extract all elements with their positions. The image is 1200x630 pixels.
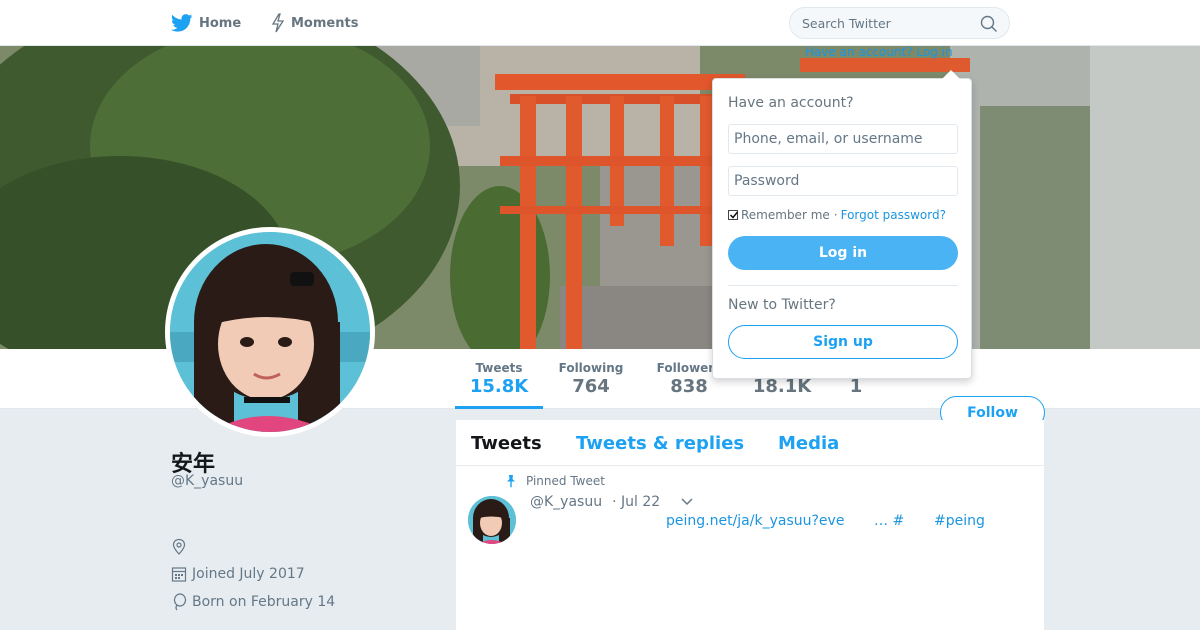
login-title: Have an account? bbox=[728, 95, 854, 111]
profile-joined-text: Joined July 2017 bbox=[192, 566, 305, 582]
timeline-tabs: Tweets Tweets & replies Media bbox=[456, 420, 1044, 466]
search-icon[interactable] bbox=[980, 15, 998, 33]
stat-label: Tweets bbox=[475, 361, 523, 375]
login-link[interactable]: Have an account? Log in bbox=[805, 45, 953, 59]
tweet-link[interactable]: peing.net/ja/k_yasuu?eve bbox=[666, 513, 844, 529]
tweet-handle[interactable]: @K_yasuu bbox=[530, 494, 602, 510]
nav-home-label: Home bbox=[199, 15, 242, 31]
dropdown-caret bbox=[942, 70, 960, 79]
avatar[interactable] bbox=[165, 227, 375, 437]
top-navigation-bar: Home Moments bbox=[0, 0, 1200, 46]
tab-tweets-replies[interactable]: Tweets & replies bbox=[576, 433, 744, 454]
check-icon bbox=[729, 211, 739, 219]
twitter-bird-icon bbox=[171, 14, 193, 32]
nav-home[interactable]: Home bbox=[171, 0, 241, 46]
stat-following[interactable]: Following 764 bbox=[552, 349, 630, 409]
password-field[interactable] bbox=[728, 166, 958, 196]
stat-tweets[interactable]: Tweets 15.8K bbox=[455, 349, 543, 409]
login-button[interactable]: Log in bbox=[728, 236, 958, 270]
chevron-down-icon[interactable] bbox=[680, 497, 694, 507]
nav-moments[interactable]: Moments bbox=[271, 0, 358, 46]
profile-handle[interactable]: @K_yasuu bbox=[171, 473, 243, 489]
nav-moments-label: Moments bbox=[291, 15, 359, 31]
search-box bbox=[789, 7, 1010, 39]
location-pin-icon bbox=[171, 538, 187, 556]
balloon-icon bbox=[171, 593, 187, 611]
remember-label[interactable]: Remember me bbox=[741, 208, 830, 222]
stat-value: 15.8K bbox=[469, 376, 529, 397]
signup-button[interactable]: Sign up bbox=[728, 325, 958, 359]
tweet-avatar[interactable] bbox=[468, 496, 516, 544]
profile-born-text: Born on February 14 bbox=[192, 594, 336, 610]
tab-media[interactable]: Media bbox=[778, 433, 839, 454]
pinned-tweet-text: Pinned Tweet bbox=[526, 474, 605, 488]
separator-dot: · bbox=[833, 208, 838, 222]
tweet-date[interactable]: · Jul 22 bbox=[612, 494, 660, 510]
timeline: Tweets Tweets & replies Media Pinned Twe… bbox=[456, 420, 1044, 630]
tab-tweets[interactable]: Tweets bbox=[471, 433, 542, 454]
tweet-ellipsis[interactable]: … # bbox=[874, 513, 904, 529]
stat-value: 838 bbox=[670, 376, 708, 397]
pin-icon bbox=[507, 475, 515, 488]
profile-born: Born on February 14 bbox=[171, 593, 335, 611]
tweet-header: @K_yasuu · Jul 22 bbox=[530, 494, 694, 510]
search-input[interactable] bbox=[802, 15, 972, 31]
stat-value: 764 bbox=[572, 376, 610, 397]
pinned-tweet-label: Pinned Tweet bbox=[504, 474, 605, 488]
profile-location bbox=[171, 538, 192, 556]
divider bbox=[728, 285, 958, 286]
calendar-icon bbox=[171, 565, 187, 583]
profile-joined: Joined July 2017 bbox=[171, 565, 305, 583]
username-field[interactable] bbox=[728, 124, 958, 154]
stat-value: 18.1K bbox=[752, 376, 812, 397]
remember-row: Remember me · Forgot password? bbox=[728, 208, 946, 222]
forgot-password-link[interactable]: Forgot password? bbox=[841, 208, 946, 222]
stat-value: 1 bbox=[849, 376, 863, 397]
tweet-hashtag[interactable]: #peing bbox=[934, 513, 985, 529]
new-to-twitter-text: New to Twitter? bbox=[728, 297, 836, 313]
lightning-icon bbox=[271, 13, 285, 33]
login-dropdown: Have an account? Remember me · Forgot pa… bbox=[712, 78, 972, 379]
stat-label: Following bbox=[558, 361, 624, 375]
tweet-avatar-image bbox=[468, 496, 516, 544]
avatar-image bbox=[170, 232, 370, 432]
remember-checkbox[interactable] bbox=[728, 210, 739, 220]
